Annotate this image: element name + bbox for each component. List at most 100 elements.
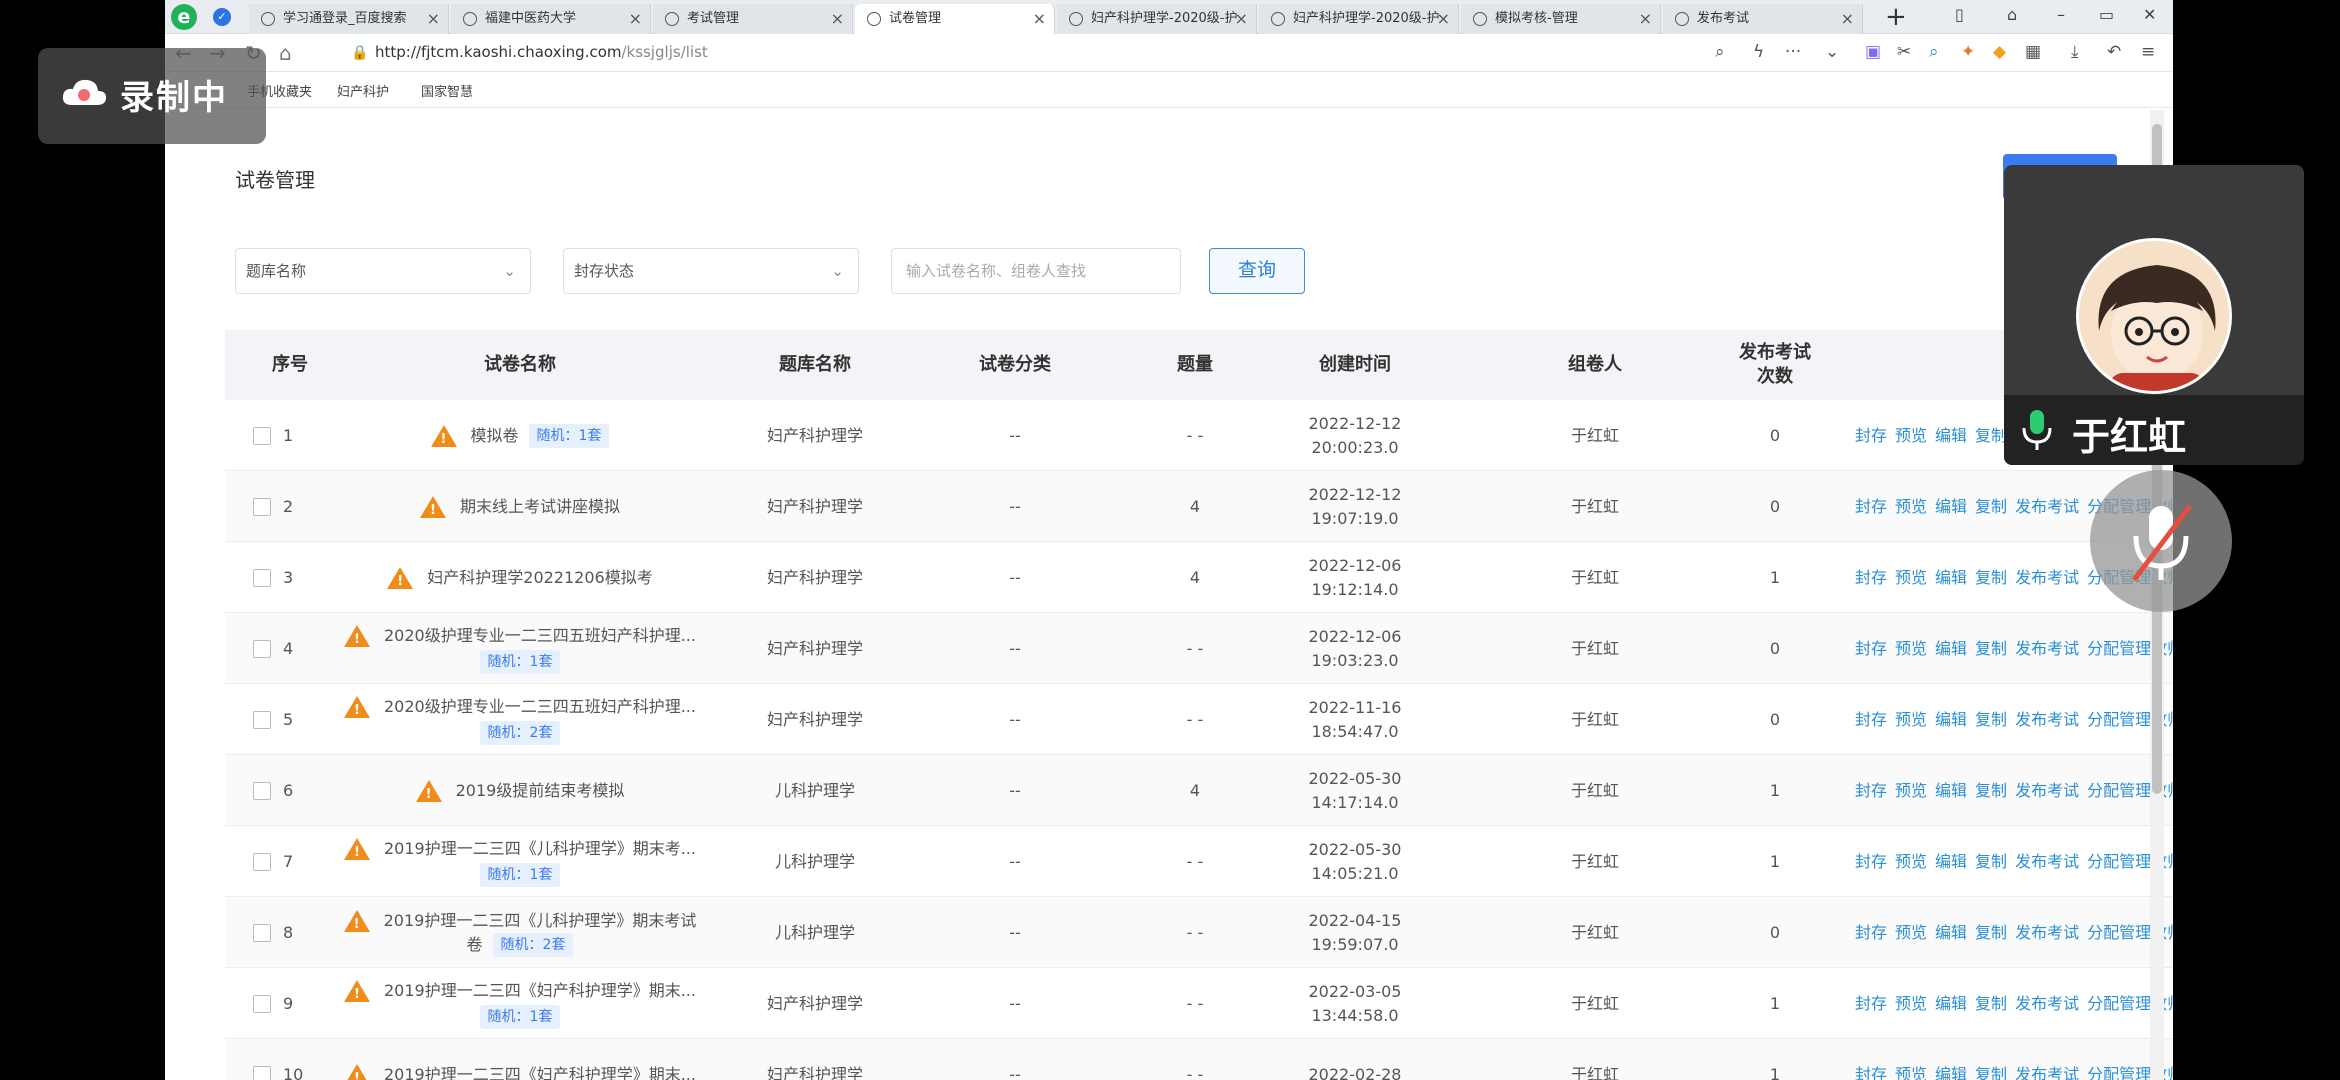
- download-icon[interactable]: ⤓: [2071, 42, 2079, 62]
- op-link[interactable]: 编辑: [1935, 992, 1967, 1016]
- minimize-icon[interactable]: –: [2057, 0, 2065, 30]
- new-tab-icon[interactable]: +: [1885, 2, 1907, 32]
- op-link[interactable]: 编辑: [1935, 708, 1967, 732]
- mute-button[interactable]: [2090, 470, 2232, 612]
- op-link[interactable]: 封存: [1855, 779, 1887, 803]
- paper-name[interactable]: 2019级提前结束考模拟: [456, 779, 625, 803]
- op-link[interactable]: 预览: [1895, 424, 1927, 448]
- op-link[interactable]: 发布考试: [2015, 637, 2079, 661]
- tab-paper-management[interactable]: 试卷管理 ×: [855, 4, 1055, 34]
- close-icon[interactable]: ×: [1033, 4, 1046, 34]
- op-link[interactable]: 封存: [1855, 566, 1887, 590]
- undo-icon[interactable]: ↶: [2107, 42, 2121, 62]
- op-link[interactable]: 编辑: [1935, 495, 1967, 519]
- paper-name[interactable]: 妇产科护理学20221206模拟考: [427, 566, 652, 590]
- op-link[interactable]: 复制: [1975, 495, 2007, 519]
- op-link[interactable]: 封存: [1855, 495, 1887, 519]
- row-checkbox[interactable]: [253, 710, 271, 729]
- chevron-down-icon[interactable]: ⌄: [1825, 42, 1839, 62]
- close-icon[interactable]: ×: [1437, 4, 1450, 34]
- op-link[interactable]: 预览: [1895, 1063, 1927, 1080]
- row-checkbox[interactable]: [253, 426, 271, 445]
- op-link[interactable]: 预览: [1895, 921, 1927, 945]
- op-link[interactable]: 封存: [1855, 850, 1887, 874]
- op-link[interactable]: 封存: [1855, 424, 1887, 448]
- op-link[interactable]: 复制: [1975, 566, 2007, 590]
- op-link[interactable]: 封存: [1855, 708, 1887, 732]
- op-link[interactable]: 封存: [1855, 921, 1887, 945]
- op-link[interactable]: 发布考试: [2015, 495, 2079, 519]
- translate-icon[interactable]: ✦: [1961, 42, 1975, 62]
- op-link[interactable]: 复制: [1975, 424, 2007, 448]
- lightning-icon[interactable]: ϟ: [1753, 42, 1764, 62]
- home-icon[interactable]: ⌂: [279, 40, 292, 66]
- row-checkbox[interactable]: [253, 994, 271, 1013]
- op-link[interactable]: 复制: [1975, 1063, 2007, 1080]
- query-button[interactable]: 查询: [1209, 248, 1305, 294]
- sidebar-icon[interactable]: ▯: [1955, 0, 1964, 30]
- paper-name[interactable]: 2020级护理专业一二三四五班妇产科护理...: [384, 695, 696, 719]
- op-link[interactable]: 发布考试: [2015, 1063, 2079, 1080]
- op-link[interactable]: 编辑: [1935, 921, 1967, 945]
- bookmark-national[interactable]: 国家智慧: [421, 81, 473, 100]
- op-link[interactable]: 编辑: [1935, 566, 1967, 590]
- address-bar[interactable]: http://fjtcm.kaoshi.chaoxing.com/kssjglj…: [375, 43, 708, 61]
- shield-icon[interactable]: ◆: [1993, 42, 2006, 62]
- op-link[interactable]: 编辑: [1935, 424, 1967, 448]
- op-link[interactable]: 发布考试: [2015, 992, 2079, 1016]
- op-link[interactable]: 封存: [1855, 1063, 1887, 1080]
- op-link[interactable]: 封存: [1855, 637, 1887, 661]
- op-link[interactable]: 编辑: [1935, 1063, 1967, 1080]
- tab-baidu[interactable]: 学习通登录_百度搜索 ×: [249, 4, 449, 34]
- search-extension-icon[interactable]: ⌕: [1929, 42, 1939, 62]
- op-link[interactable]: 发布考试: [2015, 850, 2079, 874]
- op-link[interactable]: 复制: [1975, 992, 2007, 1016]
- tab-exam-management[interactable]: 考试管理 ×: [653, 4, 853, 34]
- close-icon[interactable]: ×: [1841, 4, 1854, 34]
- paper-name[interactable]: 2019护理一二三四《儿科护理学》期末考试: [384, 909, 697, 933]
- shirt-icon[interactable]: ⌂: [2007, 0, 2017, 30]
- op-link[interactable]: 复制: [1975, 921, 2007, 945]
- tab-university[interactable]: 福建中医药大学 ×: [451, 4, 651, 34]
- op-link[interactable]: 预览: [1895, 708, 1927, 732]
- browser-logo-icon[interactable]: e: [171, 4, 197, 30]
- status-select[interactable]: 封存状态 ⌄: [563, 248, 859, 294]
- close-icon[interactable]: ×: [629, 4, 642, 34]
- op-link[interactable]: 预览: [1895, 850, 1927, 874]
- bank-select[interactable]: 题库名称 ⌄: [235, 248, 531, 294]
- row-checkbox[interactable]: [253, 639, 271, 658]
- op-link[interactable]: 预览: [1895, 495, 1927, 519]
- op-link[interactable]: 编辑: [1935, 779, 1967, 803]
- tab-publish-exam[interactable]: 发布考试 ×: [1663, 4, 1863, 34]
- op-link[interactable]: 发布考试: [2015, 566, 2079, 590]
- zoom-icon[interactable]: ⌕: [1715, 42, 1725, 62]
- op-link[interactable]: 发布考试: [2015, 921, 2079, 945]
- close-icon[interactable]: ×: [427, 4, 440, 34]
- row-checkbox[interactable]: [253, 781, 271, 800]
- op-link[interactable]: 预览: [1895, 637, 1927, 661]
- close-icon[interactable]: ×: [1235, 4, 1248, 34]
- op-link[interactable]: 复制: [1975, 637, 2007, 661]
- op-link[interactable]: 封存: [1855, 992, 1887, 1016]
- paper-name[interactable]: 模拟卷: [471, 424, 519, 448]
- search-input[interactable]: 输入试卷名称、组卷人查找: [891, 248, 1181, 294]
- paper-name[interactable]: 2019护理一二三四《妇产科护理学》期末...: [384, 1063, 696, 1080]
- tab-course-1[interactable]: 妇产科护理学-2020级-护 ×: [1057, 4, 1257, 34]
- op-link[interactable]: 预览: [1895, 566, 1927, 590]
- op-link[interactable]: 复制: [1975, 779, 2007, 803]
- apps-icon[interactable]: ▦: [2025, 42, 2041, 62]
- extension-icon[interactable]: ▣: [1865, 42, 1881, 62]
- paper-name[interactable]: 2020级护理专业一二三四五班妇产科护理...: [384, 624, 696, 648]
- menu-icon[interactable]: ≡: [2141, 42, 2155, 62]
- close-icon[interactable]: ×: [1639, 4, 1652, 34]
- op-link[interactable]: 复制: [1975, 850, 2007, 874]
- row-checkbox[interactable]: [253, 568, 271, 587]
- row-checkbox[interactable]: [253, 497, 271, 516]
- paper-name[interactable]: 期末线上考试讲座模拟: [460, 495, 620, 519]
- more-icon[interactable]: ···: [1785, 42, 1801, 62]
- window-close-icon[interactable]: ✕: [2143, 0, 2156, 30]
- paper-name[interactable]: 2019护理一二三四《儿科护理学》期末考...: [384, 837, 696, 861]
- maximize-icon[interactable]: ▭: [2099, 0, 2114, 30]
- pinned-tab-icon[interactable]: ✓: [213, 8, 231, 26]
- tab-mock-exam[interactable]: 模拟考核-管理 ×: [1461, 4, 1661, 34]
